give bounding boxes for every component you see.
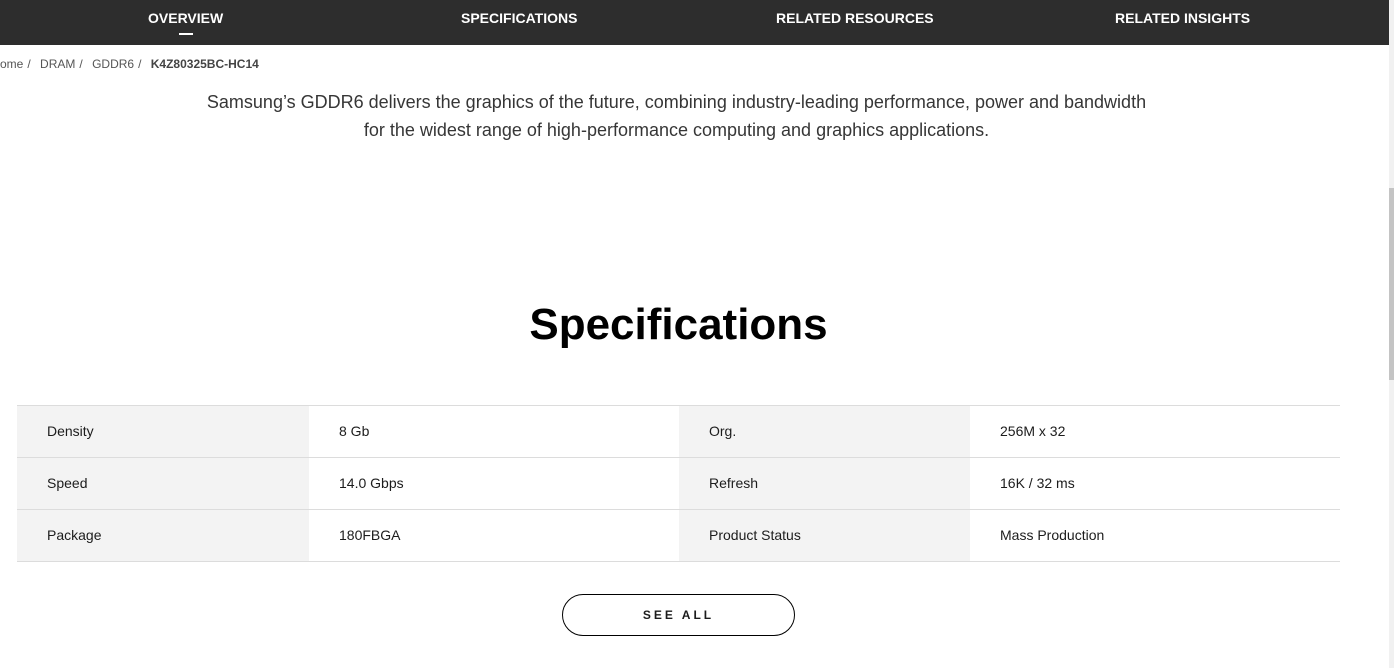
- spec-value-density: 8 Gb: [339, 423, 370, 439]
- intro-line-1: Samsung’s GDDR6 delivers the graphics of…: [206, 92, 1147, 112]
- tab-specifications-label: SPECIFICATIONS: [461, 10, 578, 26]
- breadcrumb-separator: /: [138, 57, 142, 71]
- specifications-table: Density 8 Gb Org. 256M x 32 Speed 14.0 G…: [17, 405, 1340, 562]
- breadcrumb: ome / DRAM / GDDR6 / K4Z80325BC-HC14: [0, 57, 263, 71]
- tab-related-resources-label: RELATED RESOURCES: [776, 10, 934, 26]
- tab-overview-label: OVERVIEW: [148, 10, 224, 26]
- breadcrumb-home[interactable]: ome: [0, 57, 23, 71]
- product-intro: Samsung’s GDDR6 delivers the graphics of…: [0, 88, 1353, 144]
- breadcrumb-dram[interactable]: DRAM: [40, 57, 75, 71]
- spec-label-package: Package: [17, 510, 309, 561]
- tab-overview[interactable]: OVERVIEW: [148, 0, 223, 45]
- table-row: Speed 14.0 Gbps Refresh 16K / 32 ms: [17, 458, 1340, 510]
- breadcrumb-current: K4Z80325BC-HC14: [150, 57, 259, 71]
- breadcrumb-separator: /: [79, 57, 83, 71]
- page-scrollbar[interactable]: [1389, 0, 1394, 668]
- scrollbar-thumb[interactable]: [1389, 188, 1394, 380]
- spec-label-refresh: Refresh: [679, 458, 970, 509]
- spec-value-product-status: Mass Production: [1000, 527, 1105, 543]
- spec-label-org: Org.: [679, 406, 970, 457]
- table-row: Density 8 Gb Org. 256M x 32: [17, 406, 1340, 458]
- spec-value-refresh: 16K / 32 ms: [1000, 475, 1075, 491]
- spec-value-org: 256M x 32: [1000, 423, 1066, 439]
- tab-related-insights[interactable]: RELATED INSIGHTS: [1115, 0, 1250, 45]
- table-row: Package 180FBGA Product Status Mass Prod…: [17, 510, 1340, 562]
- see-all-button[interactable]: SEE ALL: [562, 594, 795, 636]
- spec-value-package: 180FBGA: [339, 527, 401, 543]
- tab-specifications[interactable]: SPECIFICATIONS: [461, 0, 577, 45]
- tab-related-insights-label: RELATED INSIGHTS: [1115, 10, 1251, 26]
- top-navigation-bar: OVERVIEW SPECIFICATIONS RELATED RESOURCE…: [0, 0, 1389, 45]
- specifications-heading: Specifications: [529, 300, 828, 349]
- spec-value-speed: 14.0 Gbps: [339, 475, 404, 491]
- breadcrumb-gddr6[interactable]: GDDR6: [92, 57, 134, 71]
- active-tab-indicator: [178, 33, 193, 35]
- breadcrumb-separator: /: [27, 57, 31, 71]
- spec-label-product-status: Product Status: [679, 510, 970, 561]
- spec-label-speed: Speed: [17, 458, 309, 509]
- intro-line-2: for the widest range of high-performance…: [363, 120, 990, 140]
- spec-label-density: Density: [17, 406, 309, 457]
- tab-related-resources[interactable]: RELATED RESOURCES: [776, 0, 934, 45]
